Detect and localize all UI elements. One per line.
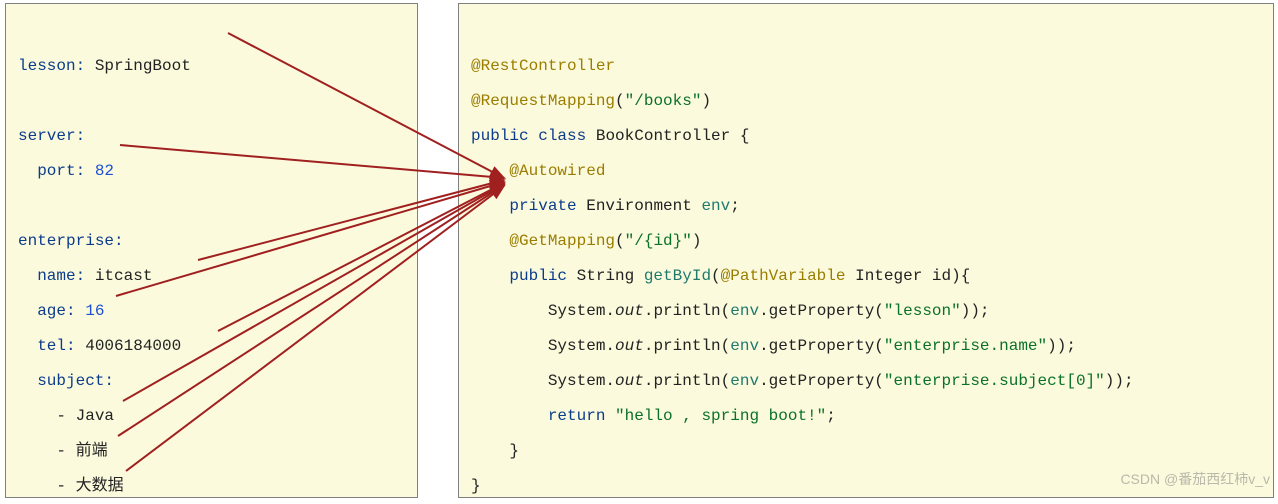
semi-1: ;: [730, 197, 740, 215]
brace-close-outer: }: [471, 477, 481, 495]
getprop-1: .getProperty(: [759, 302, 884, 320]
ann-requestmapping: @RequestMapping: [471, 92, 615, 110]
str-entsubj: "enterprise.subject[0]": [884, 372, 1105, 390]
yaml-val-name: itcast: [85, 267, 152, 285]
yaml-line-enterprise: enterprise:: [18, 232, 124, 250]
paren-open-3: (: [711, 267, 721, 285]
code-line-return: return "hello , spring boot!";: [548, 407, 836, 425]
method-getbyid: getById: [644, 267, 711, 285]
yaml-line-lesson: lesson: SpringBoot: [18, 57, 191, 75]
sys-2: System.: [548, 337, 615, 355]
str-books: "/books": [625, 92, 702, 110]
type-integer: Integer: [845, 267, 931, 285]
code-line-restcontroller: @RestController: [471, 57, 615, 75]
println-1: .println(: [644, 302, 730, 320]
yaml-key-subject: subject:: [37, 372, 114, 390]
getprop-3: .getProperty(: [759, 372, 884, 390]
code-line-classdecl: public class BookController {: [471, 127, 749, 145]
yaml-key-enterprise: enterprise:: [18, 232, 124, 250]
code-line-getmapping: @GetMapping("/{id}"): [509, 232, 701, 250]
env-ref-2: env: [730, 337, 759, 355]
brace-open-1: {: [740, 127, 750, 145]
semi-2: ;: [826, 407, 836, 425]
code-line-requestmapping: @RequestMapping("/books"): [471, 92, 711, 110]
kw-public-1: public: [471, 127, 529, 145]
yaml-sub-java: - Java: [56, 407, 114, 425]
code-line-print2: System.out.println(env.getProperty("ente…: [548, 337, 1076, 355]
code-line-envdecl: private Environment env;: [509, 197, 739, 215]
getprop-2: .getProperty(: [759, 337, 884, 355]
ann-restcontroller: @RestController: [471, 57, 615, 75]
out-3: out: [615, 372, 644, 390]
str-lesson: "lesson": [884, 302, 961, 320]
closecall-2: ));: [1047, 337, 1076, 355]
paren-open-1: (: [615, 92, 625, 110]
yaml-val-tel: 4006184000: [76, 337, 182, 355]
yaml-val-port: 82: [85, 162, 114, 180]
yaml-line-subject: subject:: [37, 372, 114, 390]
yaml-key-lesson: lesson:: [18, 57, 85, 75]
kw-return: return: [548, 407, 606, 425]
paren-close-1: ): [701, 92, 711, 110]
yaml-line-age: age: 16: [37, 302, 104, 320]
type-string: String: [567, 267, 644, 285]
kw-class: class: [538, 127, 586, 145]
println-2: .println(: [644, 337, 730, 355]
yaml-sub-frontend: - 前端: [56, 442, 107, 460]
code-line-print3: System.out.println(env.getProperty("ente…: [548, 372, 1134, 390]
ann-autowired: @Autowired: [509, 162, 605, 180]
str-entname: "enterprise.name": [884, 337, 1047, 355]
paren-close-brace: ){: [951, 267, 970, 285]
yaml-line-name: name: itcast: [37, 267, 152, 285]
str-return: "hello , spring boot!": [605, 407, 826, 425]
sys-1: System.: [548, 302, 615, 320]
type-environment: Environment: [577, 197, 702, 215]
paren-close-2: ): [692, 232, 702, 250]
yaml-sub-bigdata: - 大数据: [56, 477, 123, 495]
watermark: CSDN @番茄西红柿v_v: [1120, 462, 1270, 497]
kw-public-2: public: [509, 267, 567, 285]
yaml-key-age: age:: [37, 302, 75, 320]
closecall-3: ));: [1105, 372, 1134, 390]
paren-open-2: (: [615, 232, 625, 250]
yaml-key-port: port:: [37, 162, 85, 180]
yaml-val-lesson: SpringBoot: [85, 57, 191, 75]
ann-pathvariable: @PathVariable: [721, 267, 846, 285]
yaml-val-age: 16: [76, 302, 105, 320]
ann-getmapping: @GetMapping: [509, 232, 615, 250]
yaml-config-panel: lesson: SpringBoot server: port: 82 ente…: [5, 3, 418, 498]
yaml-key-server: server:: [18, 127, 85, 145]
brace-close-inner: }: [509, 442, 519, 460]
str-id: "/{id}": [625, 232, 692, 250]
yaml-key-tel: tel:: [37, 337, 75, 355]
class-name: BookController: [586, 127, 740, 145]
yaml-line-server: server:: [18, 127, 85, 145]
yaml-line-tel: tel: 4006184000: [37, 337, 181, 355]
env-ref-1: env: [730, 302, 759, 320]
sys-3: System.: [548, 372, 615, 390]
out-1: out: [615, 302, 644, 320]
env-ref-3: env: [730, 372, 759, 390]
code-line-method: public String getById(@PathVariable Inte…: [509, 267, 970, 285]
var-env: env: [701, 197, 730, 215]
java-code-panel: @RestController @RequestMapping("/books"…: [458, 3, 1274, 498]
code-line-print1: System.out.println(env.getProperty("less…: [548, 302, 990, 320]
yaml-key-name: name:: [37, 267, 85, 285]
yaml-line-port: port: 82: [37, 162, 114, 180]
println-3: .println(: [644, 372, 730, 390]
param-id: id: [932, 267, 951, 285]
kw-private: private: [509, 197, 576, 215]
closecall-1: ));: [961, 302, 990, 320]
out-2: out: [615, 337, 644, 355]
